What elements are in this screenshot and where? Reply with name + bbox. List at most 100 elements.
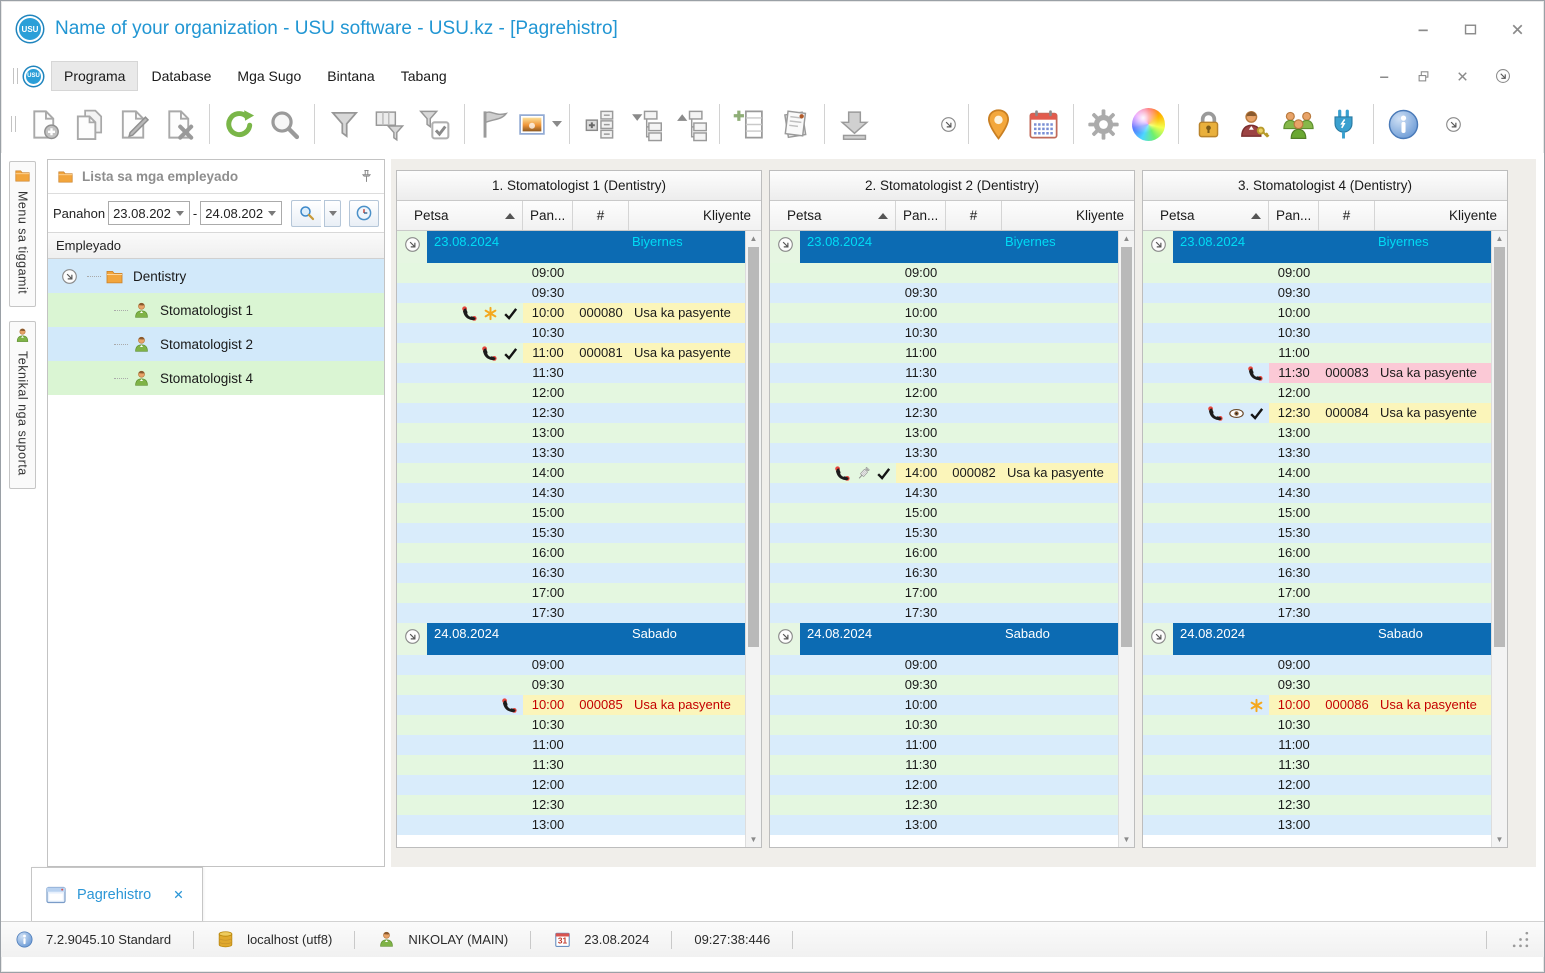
- time-slot-row[interactable]: 10:00: [770, 303, 1118, 323]
- time-slot-row[interactable]: 09:00: [770, 263, 1118, 283]
- expand-icon[interactable]: [60, 267, 79, 286]
- toolbar-drag-handle-2[interactable]: [11, 116, 16, 132]
- time-slot-row[interactable]: 09:00: [1143, 263, 1491, 283]
- scroll-up-icon[interactable]: ▲: [1119, 231, 1134, 246]
- time-slot-row[interactable]: 12:30: [770, 795, 1118, 815]
- time-slot-row[interactable]: 15:30: [1143, 523, 1491, 543]
- time-slot-row[interactable]: 09:30: [397, 675, 745, 695]
- vertical-scrollbar[interactable]: ▲ ▼: [1491, 231, 1507, 847]
- expand-day-icon[interactable]: [776, 235, 795, 254]
- chevron-circle-button[interactable]: [1440, 111, 1466, 137]
- tree-plus-button[interactable]: [577, 101, 622, 147]
- filter-button[interactable]: [322, 101, 367, 147]
- time-slot-row[interactable]: 13:30: [1143, 443, 1491, 463]
- appointment-row[interactable]: 10:00 000085 Usa ka pasyente: [397, 695, 745, 715]
- minimize-icon[interactable]: [1415, 21, 1432, 38]
- time-slot-row[interactable]: 09:00: [1143, 655, 1491, 675]
- scrollbar-thumb[interactable]: [1121, 247, 1132, 647]
- time-slot-row[interactable]: 09:30: [770, 675, 1118, 695]
- time-slot-row[interactable]: 16:30: [770, 563, 1118, 583]
- time-slot-row[interactable]: 10:30: [1143, 323, 1491, 343]
- time-slot-row[interactable]: 11:00: [1143, 735, 1491, 755]
- time-slot-row[interactable]: 14:00: [397, 463, 745, 483]
- time-slot-row[interactable]: 11:00: [770, 343, 1118, 363]
- tree-expand-button[interactable]: [667, 101, 712, 147]
- time-slot-row[interactable]: 12:00: [770, 775, 1118, 795]
- mdi-close-icon[interactable]: [1455, 69, 1470, 84]
- time-slot-row[interactable]: 11:30: [397, 755, 745, 775]
- tree-item-stomatologist-1[interactable]: Stomatologist 1: [48, 293, 384, 327]
- export-button[interactable]: [832, 101, 877, 147]
- time-slot-row[interactable]: 11:00: [397, 735, 745, 755]
- menu-item-database[interactable]: Database: [138, 61, 224, 91]
- time-slot-row[interactable]: 10:30: [397, 715, 745, 735]
- refresh-button[interactable]: [217, 101, 262, 147]
- day-header-row[interactable]: 24.08.2024 Sabado: [770, 623, 1118, 655]
- appointment-row[interactable]: 11:30 000083 Usa ka pasyente: [1143, 363, 1491, 383]
- mdi-restore-icon[interactable]: [1416, 69, 1431, 84]
- expand-day-icon[interactable]: [1149, 235, 1168, 254]
- employee-column-header[interactable]: Empleyado: [48, 232, 384, 259]
- location-button[interactable]: [976, 101, 1021, 147]
- time-slot-row[interactable]: 11:00: [1143, 343, 1491, 363]
- column-header-kliyente[interactable]: Kliyente: [1002, 201, 1134, 230]
- time-slot-row[interactable]: 17:00: [1143, 583, 1491, 603]
- day-header-row[interactable]: 24.08.2024 Sabado: [397, 623, 745, 655]
- appointment-row[interactable]: 14:00 000082 Usa ka pasyente: [770, 463, 1118, 483]
- info-button[interactable]: [1381, 101, 1426, 147]
- column-header-petsa[interactable]: Petsa: [397, 201, 523, 230]
- time-slot-row[interactable]: 16:30: [397, 563, 745, 583]
- time-slot-row[interactable]: 09:00: [397, 263, 745, 283]
- doc-delete-button[interactable]: [157, 101, 202, 147]
- time-slot-row[interactable]: 11:30: [770, 363, 1118, 383]
- time-slot-row[interactable]: 15:00: [1143, 503, 1491, 523]
- time-slot-row[interactable]: 10:30: [770, 715, 1118, 735]
- column-header-kliyente[interactable]: Kliyente: [629, 201, 761, 230]
- time-slot-row[interactable]: 16:00: [397, 543, 745, 563]
- tree-item-stomatologist-4[interactable]: Stomatologist 4: [48, 361, 384, 395]
- expand-day-icon[interactable]: [776, 627, 795, 646]
- time-slot-row[interactable]: 13:00: [397, 423, 745, 443]
- time-slot-row[interactable]: 10:30: [1143, 715, 1491, 735]
- column-header-panahon[interactable]: Pan...: [896, 201, 946, 230]
- column-header-number[interactable]: #: [573, 201, 629, 230]
- menu-item-mga-sugo[interactable]: Mga Sugo: [224, 61, 314, 91]
- tab-pagrehistro[interactable]: Pagrehistro: [31, 867, 203, 921]
- time-slot-row[interactable]: 13:00: [770, 423, 1118, 443]
- scroll-up-icon[interactable]: ▲: [1492, 231, 1507, 246]
- time-slot-row[interactable]: 12:00: [770, 383, 1118, 403]
- time-slot-row[interactable]: 17:30: [1143, 603, 1491, 623]
- time-slot-row[interactable]: 14:30: [770, 483, 1118, 503]
- time-slot-row[interactable]: 12:00: [1143, 383, 1491, 403]
- menu-item-bintana[interactable]: Bintana: [314, 61, 387, 91]
- time-slot-row[interactable]: 10:30: [397, 323, 745, 343]
- search-options-button[interactable]: [324, 199, 341, 227]
- close-icon[interactable]: [1509, 21, 1526, 38]
- chevron-down-icon[interactable]: [175, 210, 184, 216]
- pin-icon[interactable]: [358, 168, 375, 185]
- scroll-up-icon[interactable]: ▲: [746, 231, 761, 246]
- day-header-row[interactable]: 23.08.2024 Biyernes: [1143, 231, 1491, 263]
- column-header-panahon[interactable]: Pan...: [1269, 201, 1319, 230]
- scroll-down-icon[interactable]: ▼: [1492, 832, 1507, 847]
- day-header-row[interactable]: 23.08.2024 Biyernes: [397, 231, 745, 263]
- scrollbar-thumb[interactable]: [1494, 247, 1505, 647]
- appointment-row[interactable]: 12:30 000084 Usa ka pasyente: [1143, 403, 1491, 423]
- time-slot-row[interactable]: 16:00: [1143, 543, 1491, 563]
- column-header-number[interactable]: #: [1319, 201, 1375, 230]
- search-button[interactable]: [262, 101, 307, 147]
- time-slot-row[interactable]: 12:30: [397, 403, 745, 423]
- tree-collapse-button[interactable]: [622, 101, 667, 147]
- scroll-down-icon[interactable]: ▼: [746, 832, 761, 847]
- time-slot-row[interactable]: 09:00: [397, 655, 745, 675]
- colors-button[interactable]: [1126, 101, 1171, 147]
- date-from-field[interactable]: 23.08.202: [108, 201, 190, 225]
- search-button[interactable]: [291, 199, 322, 227]
- time-slot-row[interactable]: 16:00: [770, 543, 1118, 563]
- time-slot-row[interactable]: 13:00: [1143, 815, 1491, 835]
- time-slot-row[interactable]: 17:00: [770, 583, 1118, 603]
- maximize-icon[interactable]: [1462, 21, 1479, 38]
- toolbar-drag-handle[interactable]: [13, 68, 18, 84]
- time-slot-row[interactable]: 09:30: [770, 283, 1118, 303]
- sidebar-tab-user-menu[interactable]: Menu sa tiggamit: [9, 161, 36, 308]
